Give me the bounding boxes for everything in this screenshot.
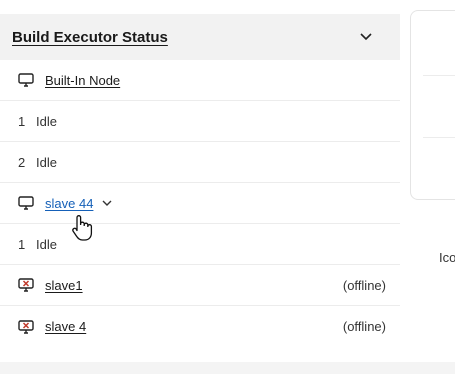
- node-row-slave-44: slave 44: [0, 183, 400, 224]
- offline-computer-icon: [18, 277, 36, 293]
- node-link-slave-4[interactable]: slave 4: [45, 319, 86, 334]
- node-link-built-in[interactable]: Built-In Node: [45, 73, 120, 88]
- footer-band: [0, 362, 455, 374]
- executor-row: 1 Idle: [0, 101, 400, 142]
- panel-header[interactable]: Build Executor Status: [0, 14, 400, 60]
- node-row-built-in: Built-In Node: [0, 60, 400, 101]
- computer-icon: [18, 72, 36, 88]
- node-row-slave1: slave1 (offline): [0, 265, 400, 306]
- executor-row: 1 Idle: [0, 224, 400, 265]
- executor-status: Idle: [36, 154, 57, 170]
- offline-status: (offline): [342, 277, 386, 293]
- executor-number: 1: [18, 113, 26, 129]
- panel-title[interactable]: Build Executor Status: [12, 29, 168, 46]
- build-executor-status-panel: Build Executor Status Built-In Node 1 Id…: [0, 14, 400, 362]
- divider: [423, 75, 455, 76]
- node-row-slave-4: slave 4 (offline): [0, 306, 400, 347]
- executor-row: 2 Idle: [0, 142, 400, 183]
- computer-icon: [18, 195, 36, 211]
- node-link-slave-44[interactable]: slave 44: [45, 196, 93, 211]
- executor-status: Idle: [36, 113, 57, 129]
- side-label: Ico: [439, 250, 455, 265]
- node-link-slave1[interactable]: slave1: [45, 278, 83, 293]
- side-card: [410, 10, 455, 200]
- chevron-down-icon[interactable]: [358, 29, 374, 45]
- executor-number: 1: [18, 236, 26, 252]
- offline-computer-icon: [18, 319, 36, 335]
- executor-number: 2: [18, 154, 26, 170]
- divider: [423, 137, 455, 138]
- executor-status: Idle: [36, 236, 57, 252]
- offline-status: (offline): [342, 319, 386, 334]
- hand-cursor-icon: [70, 214, 94, 247]
- chevron-down-icon[interactable]: [102, 200, 112, 207]
